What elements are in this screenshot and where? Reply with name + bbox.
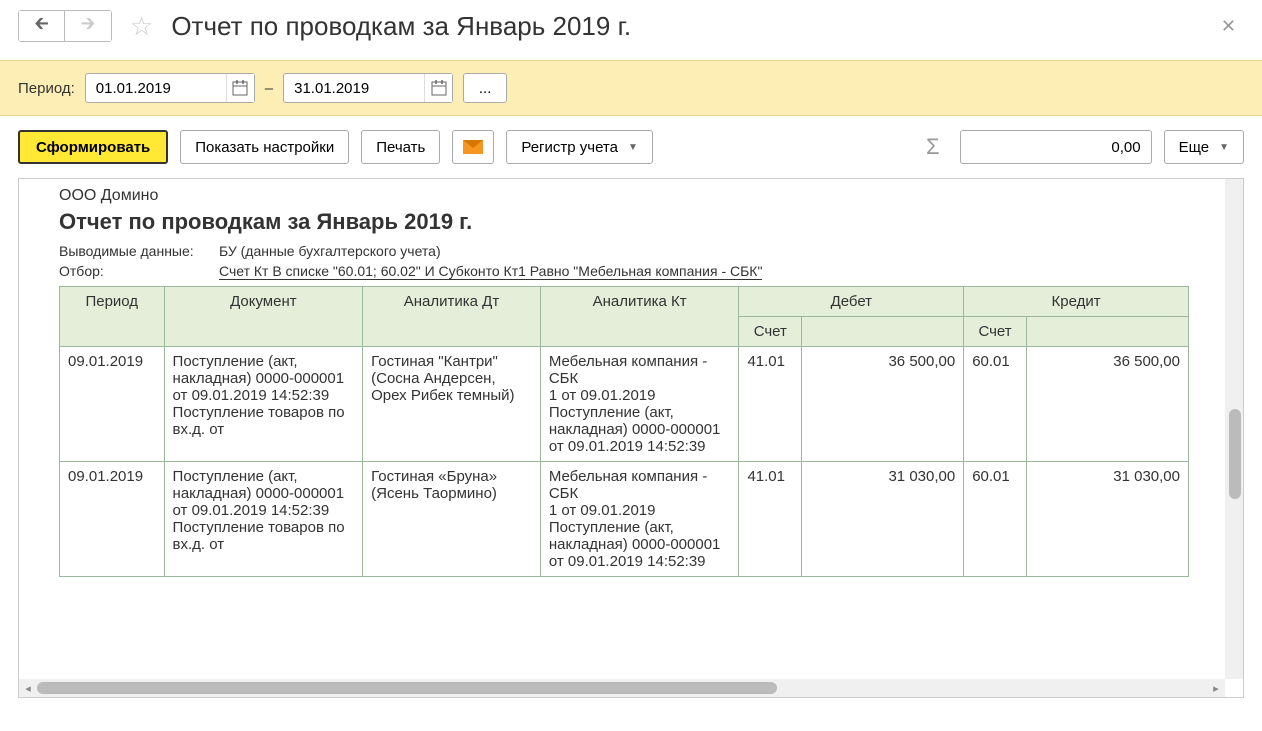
report-table: Период Документ Аналитика Дт Аналитика К…: [59, 286, 1189, 577]
period-panel: Период: – ...: [0, 60, 1262, 116]
period-select-button[interactable]: ...: [463, 73, 507, 103]
cell-credit-acc: 60.01: [964, 347, 1027, 462]
cell-analytics-dt: Гостиная «Бруна» (Ясень Таормино): [363, 462, 541, 577]
back-button[interactable]: 🡰: [19, 11, 65, 41]
scroll-thumb[interactable]: [1229, 409, 1241, 499]
more-button[interactable]: Еще ▼: [1164, 130, 1244, 164]
cell-document: Поступление (акт, накладная) 0000-000001…: [164, 347, 363, 462]
cell-credit-sum: 36 500,00: [1026, 347, 1188, 462]
cell-analytics-dt: Гостиная "Кантри" (Сосна Андерсен, Орех …: [363, 347, 541, 462]
vertical-scrollbar[interactable]: [1225, 179, 1243, 679]
org-name: ООО Домино: [59, 187, 1243, 205]
col-credit-sum: [1026, 317, 1188, 347]
cell-credit-acc: 60.01: [964, 462, 1027, 577]
report-area: ООО Домино Отчет по проводкам за Январь …: [18, 178, 1244, 698]
table-row[interactable]: 09.01.2019Поступление (акт, накладная) 0…: [60, 462, 1189, 577]
register-button[interactable]: Регистр учета ▼: [506, 130, 653, 164]
scroll-right-icon[interactable]: ▸: [1208, 680, 1224, 696]
cell-debit-acc: 41.01: [739, 347, 802, 462]
col-period: Период: [60, 287, 165, 347]
scroll-thumb-h[interactable]: [37, 682, 777, 694]
chevron-down-icon: ▼: [1219, 142, 1229, 153]
cell-debit-sum: 36 500,00: [802, 347, 964, 462]
period-dash: –: [265, 80, 273, 97]
filter-value: Счет Кт В списке "60.01; 60.02" И Субкон…: [219, 263, 762, 280]
period-label: Период:: [18, 80, 75, 97]
form-button[interactable]: Сформировать: [18, 130, 168, 164]
sum-input[interactable]: [960, 130, 1152, 164]
show-settings-button[interactable]: Показать настройки: [180, 130, 349, 164]
scroll-left-icon[interactable]: ◂: [20, 680, 36, 696]
cell-period: 09.01.2019: [60, 462, 165, 577]
data-output-value: БУ (данные бухгалтерского учета): [219, 243, 441, 259]
close-icon[interactable]: ✕: [1213, 12, 1244, 41]
cell-document: Поступление (акт, накладная) 0000-000001…: [164, 462, 363, 577]
calendar-from-button[interactable]: [226, 74, 254, 102]
favorite-star-icon[interactable]: ☆: [130, 11, 153, 42]
forward-button[interactable]: 🡲: [65, 11, 111, 41]
col-analytics-dt: Аналитика Дт: [363, 287, 541, 347]
toolbar: Сформировать Показать настройки Печать Р…: [0, 116, 1262, 178]
more-label: Еще: [1179, 139, 1210, 156]
cell-analytics-kt: Мебельная компания - СБК 1 от 09.01.2019…: [540, 347, 739, 462]
sigma-icon: Σ: [926, 134, 940, 160]
col-credit-acc: Счет: [964, 317, 1027, 347]
col-credit: Кредит: [964, 287, 1189, 317]
calendar-icon: [431, 80, 447, 96]
col-debit-acc: Счет: [739, 317, 802, 347]
col-document: Документ: [164, 287, 363, 347]
col-analytics-kt: Аналитика Кт: [540, 287, 739, 347]
calendar-to-button[interactable]: [424, 74, 452, 102]
data-output-label: Выводимые данные:: [59, 243, 219, 259]
page-title: Отчет по проводкам за Январь 2019 г.: [171, 11, 631, 42]
calendar-icon: [232, 80, 248, 96]
email-button[interactable]: [452, 130, 494, 164]
report-title: Отчет по проводкам за Январь 2019 г.: [59, 209, 1243, 235]
register-label: Регистр учета: [521, 139, 618, 156]
chevron-down-icon: ▼: [628, 142, 638, 153]
col-debit-sum: [802, 317, 964, 347]
print-button[interactable]: Печать: [361, 130, 440, 164]
cell-credit-sum: 31 030,00: [1026, 462, 1188, 577]
cell-analytics-kt: Мебельная компания - СБК 1 от 09.01.2019…: [540, 462, 739, 577]
col-debit: Дебет: [739, 287, 964, 317]
envelope-icon: [463, 140, 483, 154]
filter-label: Отбор:: [59, 263, 219, 280]
cell-period: 09.01.2019: [60, 347, 165, 462]
horizontal-scrollbar[interactable]: ◂ ▸: [19, 679, 1225, 697]
cell-debit-acc: 41.01: [739, 462, 802, 577]
cell-debit-sum: 31 030,00: [802, 462, 964, 577]
table-row[interactable]: 09.01.2019Поступление (акт, накладная) 0…: [60, 347, 1189, 462]
